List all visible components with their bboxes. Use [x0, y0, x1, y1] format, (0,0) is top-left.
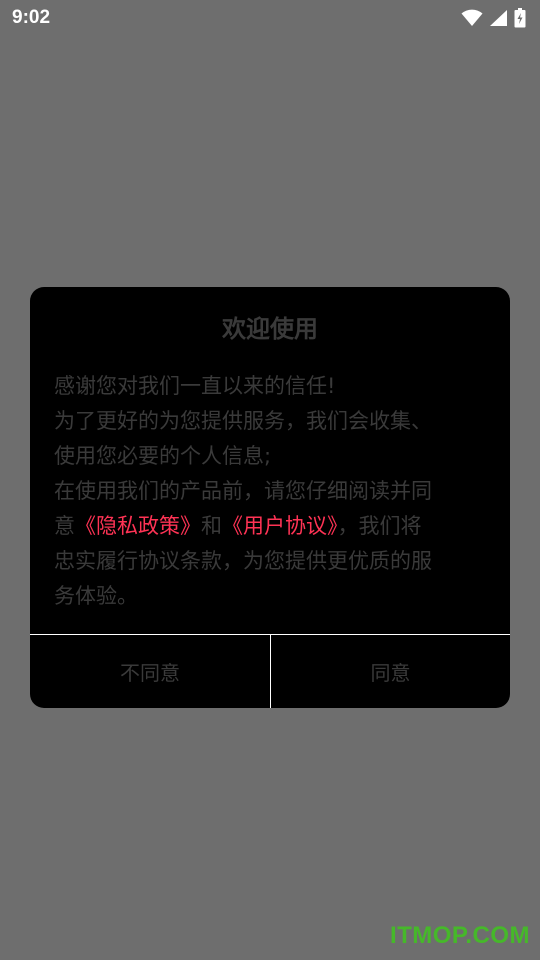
body-line: 务体验。: [54, 584, 138, 608]
screen: 9:02 欢迎使用 感谢您对我们一直以来的信任! 为了更好的为您提供服务，我们会…: [0, 0, 540, 960]
body-line: 忠实履行协议条款，为您提供更优质的服: [54, 549, 432, 573]
privacy-policy-link[interactable]: 《隐私政策》: [75, 514, 201, 538]
status-time: 9:02: [12, 7, 51, 28]
body-text: 和: [201, 514, 222, 538]
body-line: 为了更好的为您提供服务，我们会收集、: [54, 409, 432, 433]
status-bar: 9:02: [0, 0, 540, 36]
body-line: 在使用我们的产品前，请您仔细阅读并同: [54, 479, 432, 503]
accept-button[interactable]: 同意: [271, 635, 510, 708]
body-line: 感谢您对我们一直以来的信任!: [54, 374, 336, 398]
body-text: ，我们将: [337, 514, 422, 538]
watermark: ITMOP.COM: [389, 922, 530, 949]
body-line-links: 意《隐私政策》和《用户协议》，我们将: [54, 509, 474, 544]
dialog-body: 感谢您对我们一直以来的信任! 为了更好的为您提供服务，我们会收集、 使用您必要的…: [54, 369, 474, 614]
body-line: 使用您必要的个人信息;: [54, 444, 272, 468]
user-agreement-link[interactable]: 《用户协议》: [222, 514, 338, 538]
status-icons: [461, 8, 526, 28]
wifi-icon: [461, 9, 483, 27]
dialog-title: 欢迎使用: [222, 315, 318, 343]
battery-charging-icon: [514, 8, 526, 28]
decline-button[interactable]: 不同意: [30, 635, 270, 708]
consent-dialog: 欢迎使用 感谢您对我们一直以来的信任! 为了更好的为您提供服务，我们会收集、 使…: [30, 287, 510, 708]
cell-signal-icon: [489, 9, 508, 27]
body-text: 意: [54, 514, 75, 538]
